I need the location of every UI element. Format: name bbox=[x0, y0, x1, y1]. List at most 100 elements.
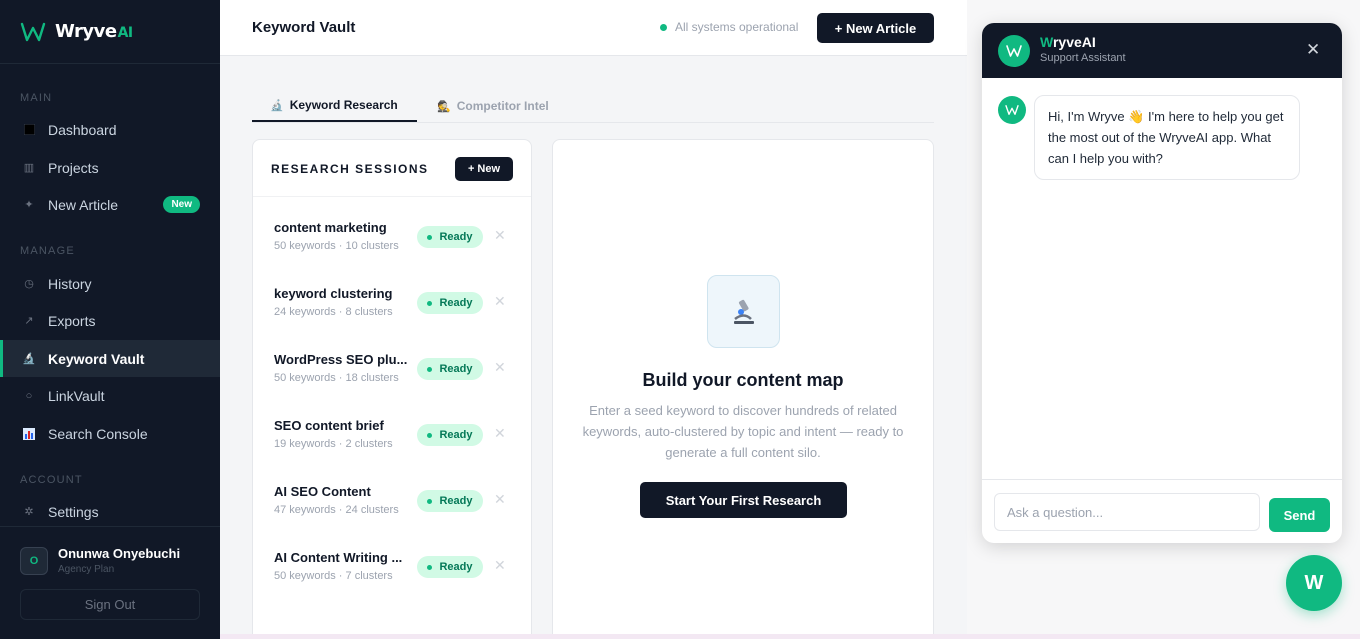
microscope-icon bbox=[707, 275, 780, 348]
sidebar-item-linkvault[interactable]: ○ LinkVault bbox=[0, 377, 220, 414]
new-badge: New bbox=[163, 196, 200, 213]
chat-input-bar: Send bbox=[982, 479, 1342, 543]
dashboard-icon bbox=[22, 123, 36, 137]
tab-bar: 🔬 Keyword Research 🕵 Competitor Intel bbox=[252, 90, 934, 123]
sidebar-item-search-console[interactable]: Search Console bbox=[0, 415, 220, 452]
session-meta: 50 keywords · 18 clusters bbox=[274, 372, 399, 384]
session-meta: 47 keywords · 24 clusters bbox=[274, 504, 399, 516]
new-article-button[interactable]: + New Article bbox=[817, 13, 934, 43]
session-item[interactable]: WordPress SEO plu... 50 keywords · 18 cl… bbox=[253, 352, 533, 418]
status-badge: Ready bbox=[417, 292, 483, 314]
bottom-strip bbox=[220, 634, 1360, 639]
chat-title: WryveAI bbox=[1040, 34, 1096, 50]
sidebar-item-keyword-vault[interactable]: 🔬 Keyword Vault bbox=[0, 340, 220, 377]
wryve-logo-icon bbox=[998, 35, 1030, 67]
tab-keyword-research[interactable]: 🔬 Keyword Research bbox=[252, 90, 417, 122]
new-session-button[interactable]: + New bbox=[455, 157, 513, 181]
microscope-icon: 🔬 bbox=[22, 353, 36, 365]
close-icon[interactable]: ✕ bbox=[494, 359, 506, 376]
sidebar-item-label: Keyword Vault bbox=[48, 350, 145, 367]
sessions-title: RESEARCH SESSIONS bbox=[271, 162, 429, 176]
tab-competitor-intel[interactable]: 🕵 Competitor Intel bbox=[419, 90, 567, 122]
session-name: keyword clustering bbox=[274, 286, 393, 301]
session-meta: 50 keywords · 10 clusters bbox=[274, 240, 399, 252]
system-status: All systems operational bbox=[660, 20, 798, 34]
close-icon[interactable]: ✕ bbox=[494, 491, 506, 508]
close-icon[interactable]: ✕ bbox=[494, 557, 506, 574]
tab-label: Keyword Research bbox=[289, 98, 398, 112]
gear-icon: ✲ bbox=[24, 506, 34, 518]
sidebar-item-new-article[interactable]: ✦ New Article New bbox=[0, 186, 220, 223]
session-item[interactable]: SEO content brief 19 keywords · 2 cluste… bbox=[253, 418, 533, 484]
chat-launcher-button[interactable]: W bbox=[1286, 555, 1342, 611]
chat-header: WryveAI Support Assistant ✕ bbox=[982, 23, 1342, 78]
session-item[interactable]: content marketing 50 keywords · 10 clust… bbox=[253, 220, 533, 286]
page-title: Keyword Vault bbox=[252, 19, 356, 36]
session-item[interactable]: keyword clustering 24 keywords · 8 clust… bbox=[253, 286, 533, 352]
session-item[interactable]: AI SEO Content 47 keywords · 24 clusters… bbox=[253, 484, 533, 550]
sidebar-item-projects[interactable]: ▥ Projects bbox=[0, 149, 220, 186]
session-item[interactable]: AI Content Writing ... 50 keywords · 7 c… bbox=[253, 550, 533, 616]
sidebar-item-exports[interactable]: ↗ Exports bbox=[0, 302, 220, 339]
export-icon: ↗ bbox=[24, 315, 34, 327]
brand-name: WryveAI bbox=[55, 21, 133, 42]
sidebar-item-label: LinkVault bbox=[48, 387, 105, 404]
sidebar-item-dashboard[interactable]: Dashboard bbox=[0, 111, 220, 148]
user-name: Onunwa Onyebuchi bbox=[58, 546, 181, 561]
session-name: AI Content Writing ... bbox=[274, 550, 403, 565]
status-badge: Ready bbox=[417, 226, 483, 248]
link-icon: ○ bbox=[25, 389, 33, 402]
session-meta: 19 keywords · 2 clusters bbox=[274, 438, 393, 450]
sidebar-item-label: Exports bbox=[48, 312, 96, 329]
chart-icon bbox=[22, 427, 36, 441]
status-dot-icon bbox=[427, 432, 433, 438]
microscope-icon: 🔬 bbox=[270, 99, 284, 112]
status-badge: Ready bbox=[417, 358, 483, 380]
sidebar: WryveAI MAIN Dashboard ▥ Projects ✦ New … bbox=[0, 0, 220, 639]
session-meta: 24 keywords · 8 clusters bbox=[274, 306, 393, 318]
session-name: content marketing bbox=[274, 220, 387, 235]
research-sessions-panel: RESEARCH SESSIONS + New content marketin… bbox=[252, 139, 532, 639]
section-label-account: ACCOUNT bbox=[20, 474, 83, 486]
user-panel: O Onunwa Onyebuchi Agency Plan Sign Out bbox=[0, 526, 220, 639]
projects-icon: ▥ bbox=[23, 162, 35, 174]
start-research-button[interactable]: Start Your First Research bbox=[640, 482, 847, 518]
close-icon[interactable]: ✕ bbox=[494, 293, 506, 310]
status-dot-icon bbox=[427, 564, 433, 570]
sidebar-item-settings[interactable]: ✲ Settings bbox=[0, 493, 220, 530]
session-name: AI SEO Content bbox=[274, 484, 371, 499]
user-plan: Agency Plan bbox=[58, 564, 115, 575]
status-dot-icon bbox=[427, 234, 433, 240]
status-dot-icon bbox=[660, 23, 667, 31]
avatar[interactable]: O bbox=[20, 547, 48, 575]
close-icon[interactable]: ✕ bbox=[494, 425, 506, 442]
status-dot-icon bbox=[427, 300, 433, 306]
support-chat-widget: WryveAI Support Assistant ✕ Hi, I'm Wryv… bbox=[982, 23, 1342, 543]
clock-icon: ◷ bbox=[24, 278, 34, 290]
bot-avatar-icon bbox=[998, 96, 1026, 124]
status-dot-icon bbox=[427, 366, 433, 372]
section-label-main: MAIN bbox=[20, 92, 53, 104]
brand[interactable]: WryveAI bbox=[0, 0, 220, 64]
status-badge: Ready bbox=[417, 424, 483, 446]
chat-input[interactable] bbox=[994, 493, 1260, 531]
wryve-logo-icon bbox=[20, 21, 46, 43]
status-badge: Ready bbox=[417, 490, 483, 512]
chat-subtitle: Support Assistant bbox=[1040, 52, 1126, 64]
section-label-manage: MANAGE bbox=[20, 245, 75, 257]
sign-out-button[interactable]: Sign Out bbox=[20, 589, 200, 620]
close-icon[interactable]: ✕ bbox=[1306, 40, 1320, 60]
sidebar-item-history[interactable]: ◷ History bbox=[0, 265, 220, 302]
session-name: SEO content brief bbox=[274, 418, 384, 433]
status-dot-icon bbox=[427, 498, 433, 504]
sidebar-item-label: History bbox=[48, 275, 92, 292]
detective-icon: 🕵 bbox=[437, 100, 451, 113]
empty-state-title: Build your content map bbox=[642, 370, 844, 390]
sparkle-icon: ✦ bbox=[24, 199, 34, 211]
status-badge: Ready bbox=[417, 556, 483, 578]
empty-state-panel: Build your content map Enter a seed keyw… bbox=[552, 139, 934, 639]
send-button[interactable]: Send bbox=[1269, 498, 1330, 532]
sidebar-item-label: Search Console bbox=[48, 425, 148, 442]
close-icon[interactable]: ✕ bbox=[494, 227, 506, 244]
sidebar-item-label: Dashboard bbox=[48, 121, 117, 138]
